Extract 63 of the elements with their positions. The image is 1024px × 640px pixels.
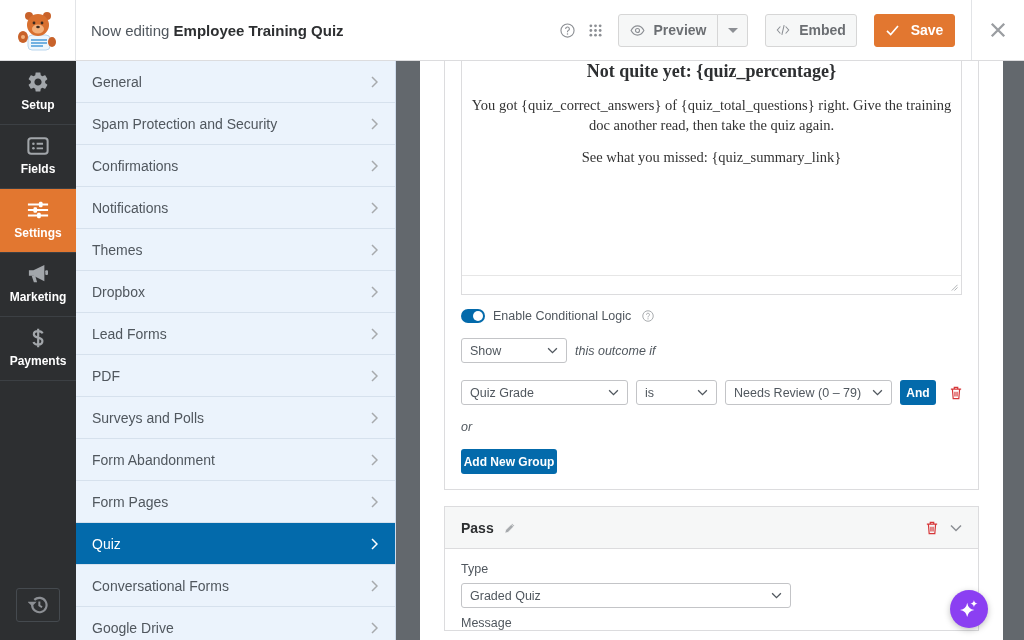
outcome-title: Pass xyxy=(461,519,494,536)
chevron-right-icon xyxy=(371,243,378,256)
pencil-icon[interactable] xyxy=(503,521,516,534)
chevron-right-icon xyxy=(371,369,378,382)
outcome-header[interactable]: Pass xyxy=(445,507,978,549)
message-label: Message xyxy=(461,616,512,630)
chevron-down-icon[interactable] xyxy=(950,523,962,532)
chevron-right-icon xyxy=(371,201,378,214)
message-paragraph: See what you missed: {quiz_summary_link} xyxy=(580,148,843,167)
sliders-icon xyxy=(27,200,49,220)
chevron-down-icon xyxy=(771,592,782,599)
check-icon xyxy=(885,24,899,36)
trash-icon[interactable] xyxy=(926,520,938,535)
toggle-switch[interactable] xyxy=(461,309,485,323)
settings-menu-item[interactable]: Quiz xyxy=(76,523,395,565)
grid-icon[interactable] xyxy=(589,23,602,37)
select-field[interactable]: Show xyxy=(461,338,567,363)
select-field[interactable]: Graded Quiz xyxy=(461,583,791,608)
chevron-right-icon xyxy=(371,621,378,634)
preview-button[interactable]: Preview xyxy=(618,13,718,47)
message-paragraph: You got {quiz_correct_answers} of {quiz_total_questions} right. Give the training doc another read, then take the quiz again. xyxy=(470,96,953,135)
chevron-right-icon xyxy=(371,159,378,172)
add-new-group-button[interactable]: Add New Group xyxy=(461,449,557,474)
preview-dropdown-button[interactable] xyxy=(717,13,748,47)
or-label: or xyxy=(461,419,473,435)
sparkle-icon xyxy=(960,600,978,618)
chevron-right-icon xyxy=(371,117,378,130)
chevron-right-icon xyxy=(371,579,378,592)
chevron-right-icon xyxy=(371,75,378,88)
chevron-right-icon xyxy=(371,453,378,466)
chevron-right-icon xyxy=(371,537,378,550)
condition-suffix: this outcome if xyxy=(575,342,656,359)
select-field[interactable]: Needs Review (0 – 79) xyxy=(725,380,892,405)
chevron-right-icon xyxy=(371,327,378,340)
eye-icon xyxy=(629,24,645,36)
conditional-logic-label: Enable Conditional Logic xyxy=(493,308,632,324)
form-title: Now editing Employee Training Quiz xyxy=(91,21,345,39)
resize-handle-icon[interactable] xyxy=(950,283,958,291)
trash-icon[interactable] xyxy=(950,385,962,400)
message-editor[interactable]: Not quite yet: {quiz_percentage} You got {quiz_correct_answers} of {quiz_total_questions} right. Give the training doc another read, then take the quiz again. See what you missed: {quiz_summary_link} xyxy=(461,61,962,295)
chevron-down-icon xyxy=(547,347,558,354)
history-button[interactable] xyxy=(16,588,60,622)
list-icon xyxy=(27,136,49,156)
select-field[interactable]: is xyxy=(636,380,717,405)
and-button[interactable]: And xyxy=(900,380,936,405)
caret-down-icon xyxy=(727,27,738,33)
embed-button[interactable]: Embed xyxy=(765,13,857,47)
close-icon[interactable] xyxy=(990,22,1006,38)
megaphone-icon xyxy=(27,264,49,284)
chevron-down-icon xyxy=(608,389,619,396)
chevron-down-icon xyxy=(697,389,708,396)
help-icon[interactable] xyxy=(560,22,575,38)
code-icon xyxy=(776,23,791,37)
gear-icon xyxy=(27,72,49,92)
type-label: Type xyxy=(461,562,489,576)
help-icon[interactable] xyxy=(642,310,655,322)
history-icon xyxy=(28,596,48,614)
chevron-down-icon xyxy=(872,389,883,396)
message-heading: Not quite yet: {quiz_percentage} xyxy=(585,61,838,81)
chevron-right-icon xyxy=(371,411,378,424)
chevron-right-icon xyxy=(371,285,378,298)
select-field[interactable]: Quiz Grade xyxy=(461,380,628,405)
chevron-right-icon xyxy=(371,495,378,508)
